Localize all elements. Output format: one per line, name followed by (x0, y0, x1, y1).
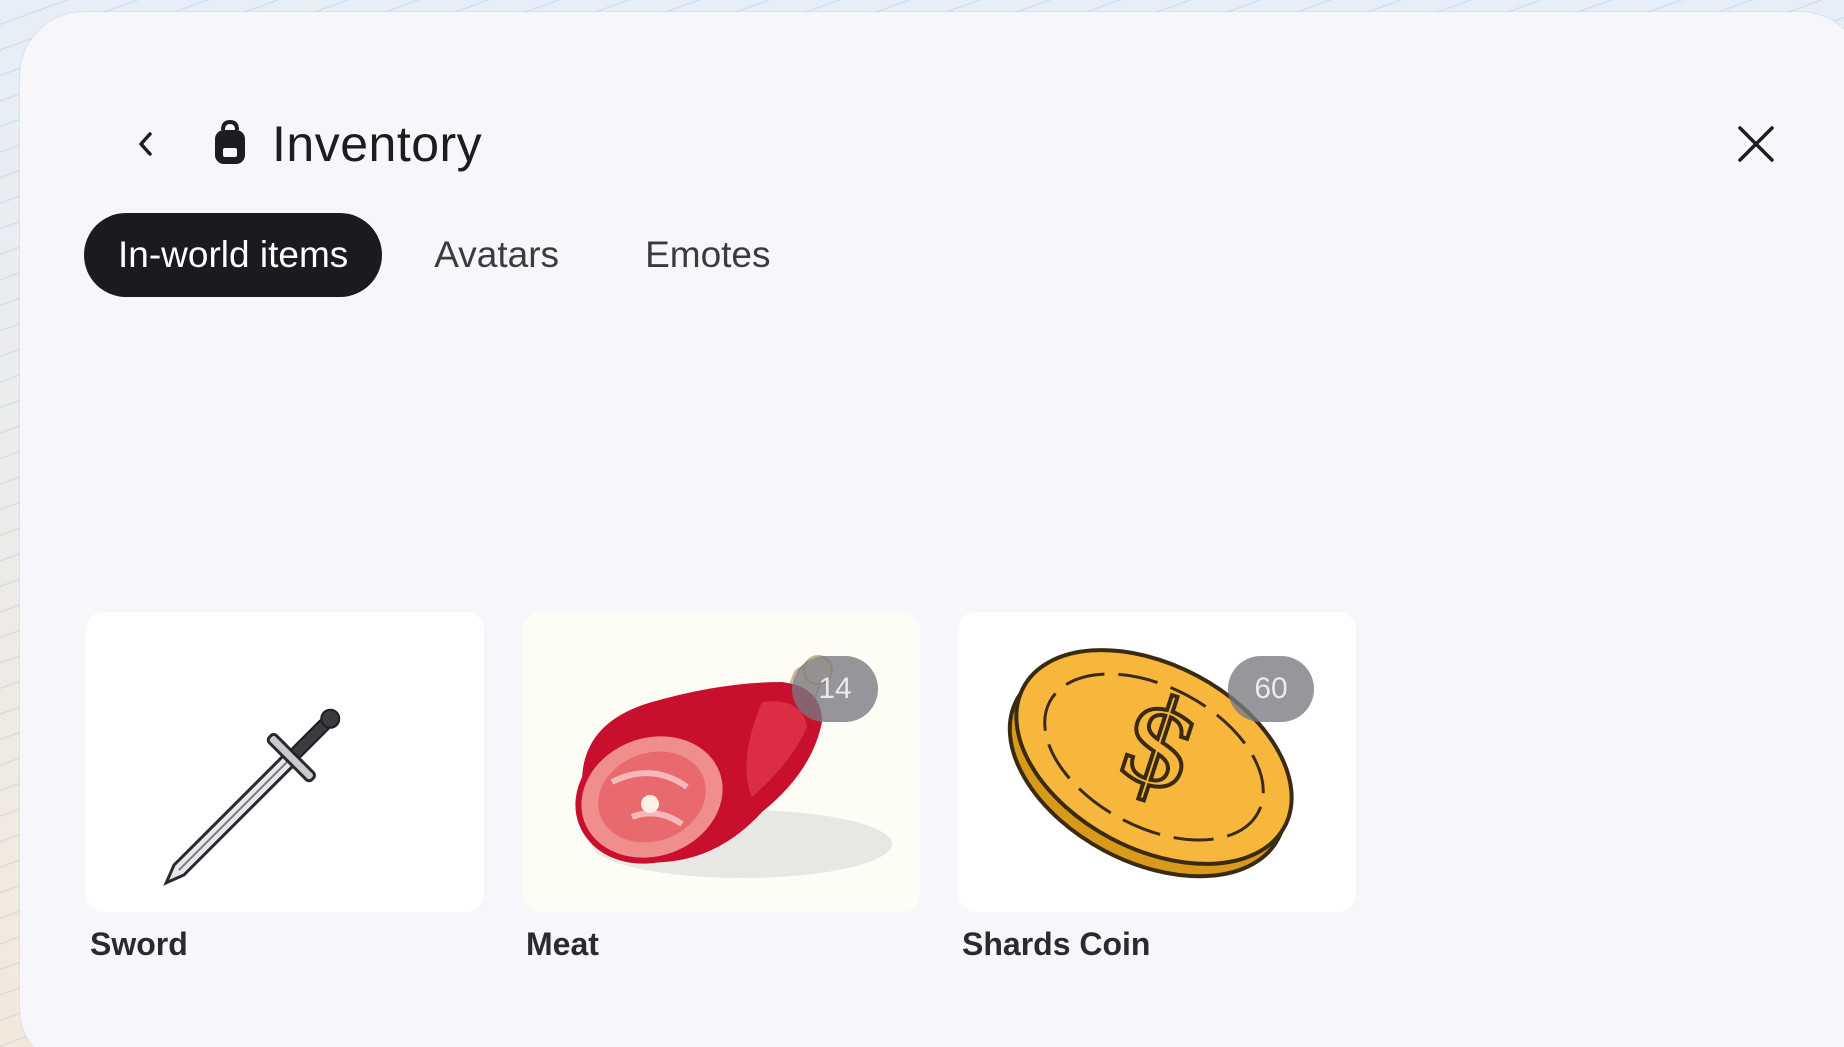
inventory-tabs: In-world items Avatars Emotes (84, 213, 805, 297)
item-thumbnail: 14 (522, 612, 920, 912)
page-title: Inventory (272, 116, 483, 172)
back-button[interactable] (112, 110, 180, 178)
coin-icon: $ (1007, 648, 1294, 879)
item-card-meat[interactable]: 14 Meat (522, 612, 920, 963)
item-name: Meat (526, 926, 599, 962)
item-thumbnail (86, 612, 484, 912)
item-card-shards-coin[interactable]: $ 60 Shards Coin (958, 612, 1356, 963)
item-card-sword[interactable]: Sword (86, 612, 484, 963)
meat-icon (575, 655, 892, 878)
inventory-panel: Inventory In-world items Avatars Emotes (20, 12, 1844, 1047)
backpack-icon (210, 120, 250, 168)
tab-in-world-items[interactable]: In-world items (84, 213, 383, 297)
item-thumbnail: $ 60 (958, 612, 1356, 912)
item-name: Shards Coin (962, 926, 1151, 962)
tab-avatars[interactable]: Avatars (400, 213, 593, 297)
close-icon (1738, 126, 1774, 162)
title-group: Inventory (210, 104, 482, 184)
item-name: Sword (90, 926, 188, 962)
item-grid: Sword 14 Meat $ 60 Shards Coin (86, 612, 1356, 963)
item-count-badge: 14 (792, 656, 878, 722)
item-count-badge: 60 (1228, 656, 1314, 722)
chevron-left-icon (139, 132, 152, 156)
sword-icon (163, 708, 341, 886)
close-button[interactable] (1720, 108, 1792, 180)
tab-emotes[interactable]: Emotes (611, 213, 804, 297)
